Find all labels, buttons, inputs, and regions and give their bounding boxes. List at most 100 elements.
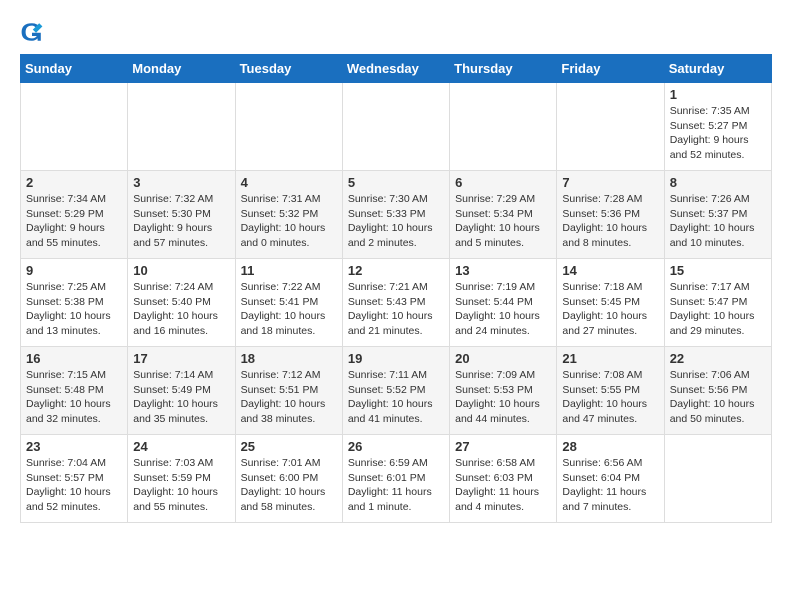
day-info: Sunrise: 7:09 AM Sunset: 5:53 PM Dayligh… (455, 368, 551, 427)
day-number: 6 (455, 175, 551, 190)
calendar-cell: 12 Sunrise: 7:21 AM Sunset: 5:43 PM Dayli… (342, 259, 449, 347)
calendar-cell (557, 83, 664, 171)
calendar-cell: 15 Sunrise: 7:17 AM Sunset: 5:47 PM Dayli… (664, 259, 771, 347)
day-number: 24 (133, 439, 229, 454)
calendar-cell: 9 Sunrise: 7:25 AM Sunset: 5:38 PM Daylig… (21, 259, 128, 347)
calendar-cell: 16 Sunrise: 7:15 AM Sunset: 5:48 PM Dayli… (21, 347, 128, 435)
day-info: Sunrise: 7:29 AM Sunset: 5:34 PM Dayligh… (455, 192, 551, 251)
calendar-week-row: 23 Sunrise: 7:04 AM Sunset: 5:57 PM Dayli… (21, 435, 772, 523)
calendar-cell: 20 Sunrise: 7:09 AM Sunset: 5:53 PM Dayli… (450, 347, 557, 435)
day-number: 20 (455, 351, 551, 366)
weekday-header: Monday (128, 55, 235, 83)
day-number: 10 (133, 263, 229, 278)
calendar-cell: 7 Sunrise: 7:28 AM Sunset: 5:36 PM Daylig… (557, 171, 664, 259)
weekday-header: Sunday (21, 55, 128, 83)
calendar-cell (342, 83, 449, 171)
day-number: 21 (562, 351, 658, 366)
day-number: 4 (241, 175, 337, 190)
day-info: Sunrise: 7:18 AM Sunset: 5:45 PM Dayligh… (562, 280, 658, 339)
day-info: Sunrise: 7:22 AM Sunset: 5:41 PM Dayligh… (241, 280, 337, 339)
calendar-cell: 23 Sunrise: 7:04 AM Sunset: 5:57 PM Dayli… (21, 435, 128, 523)
day-info: Sunrise: 7:30 AM Sunset: 5:33 PM Dayligh… (348, 192, 444, 251)
day-number: 11 (241, 263, 337, 278)
calendar-cell: 6 Sunrise: 7:29 AM Sunset: 5:34 PM Daylig… (450, 171, 557, 259)
calendar-cell: 4Sunrise: 7:31 AM Sunset: 5:32 PM Daylig… (235, 171, 342, 259)
day-info: Sunrise: 7:25 AM Sunset: 5:38 PM Dayligh… (26, 280, 122, 339)
calendar-table: SundayMondayTuesdayWednesdayThursdayFrid… (20, 54, 772, 523)
day-number: 17 (133, 351, 229, 366)
day-number: 3 (133, 175, 229, 190)
day-number: 9 (26, 263, 122, 278)
weekday-header: Saturday (664, 55, 771, 83)
calendar-cell: 5Sunrise: 7:30 AM Sunset: 5:33 PM Daylig… (342, 171, 449, 259)
day-number: 13 (455, 263, 551, 278)
calendar-cell: 18 Sunrise: 7:12 AM Sunset: 5:51 PM Dayli… (235, 347, 342, 435)
day-number: 8 (670, 175, 766, 190)
weekday-header: Friday (557, 55, 664, 83)
calendar-cell: 17 Sunrise: 7:14 AM Sunset: 5:49 PM Dayli… (128, 347, 235, 435)
day-info: Sunrise: 7:26 AM Sunset: 5:37 PM Dayligh… (670, 192, 766, 251)
weekday-header: Thursday (450, 55, 557, 83)
day-number: 25 (241, 439, 337, 454)
day-info: Sunrise: 7:14 AM Sunset: 5:49 PM Dayligh… (133, 368, 229, 427)
calendar-cell (664, 435, 771, 523)
day-number: 22 (670, 351, 766, 366)
calendar-week-row: 1 Sunrise: 7:35 AM Sunset: 5:27 PM Daylig… (21, 83, 772, 171)
day-number: 28 (562, 439, 658, 454)
weekday-header: Wednesday (342, 55, 449, 83)
calendar-cell: 24Sunrise: 7:03 AM Sunset: 5:59 PM Dayli… (128, 435, 235, 523)
day-number: 15 (670, 263, 766, 278)
calendar-cell: 10 Sunrise: 7:24 AM Sunset: 5:40 PM Dayli… (128, 259, 235, 347)
calendar-cell: 14 Sunrise: 7:18 AM Sunset: 5:45 PM Dayli… (557, 259, 664, 347)
day-info: Sunrise: 7:06 AM Sunset: 5:56 PM Dayligh… (670, 368, 766, 427)
day-number: 26 (348, 439, 444, 454)
day-number: 18 (241, 351, 337, 366)
day-number: 7 (562, 175, 658, 190)
day-number: 27 (455, 439, 551, 454)
logo (20, 20, 48, 44)
day-info: Sunrise: 7:04 AM Sunset: 5:57 PM Dayligh… (26, 456, 122, 515)
calendar-week-row: 16 Sunrise: 7:15 AM Sunset: 5:48 PM Dayli… (21, 347, 772, 435)
day-info: Sunrise: 7:17 AM Sunset: 5:47 PM Dayligh… (670, 280, 766, 339)
calendar-cell: 19 Sunrise: 7:11 AM Sunset: 5:52 PM Dayli… (342, 347, 449, 435)
day-info: Sunrise: 7:19 AM Sunset: 5:44 PM Dayligh… (455, 280, 551, 339)
calendar-cell: 3 Sunrise: 7:32 AM Sunset: 5:30 PM Daylig… (128, 171, 235, 259)
day-info: Sunrise: 7:35 AM Sunset: 5:27 PM Dayligh… (670, 104, 766, 163)
calendar-cell (21, 83, 128, 171)
day-info: Sunrise: 7:08 AM Sunset: 5:55 PM Dayligh… (562, 368, 658, 427)
calendar-cell: 25 Sunrise: 7:01 AM Sunset: 6:00 PM Dayli… (235, 435, 342, 523)
day-number: 19 (348, 351, 444, 366)
calendar-cell (235, 83, 342, 171)
calendar-cell: 13 Sunrise: 7:19 AM Sunset: 5:44 PM Dayli… (450, 259, 557, 347)
calendar-cell: 26 Sunrise: 6:59 AM Sunset: 6:01 PM Dayli… (342, 435, 449, 523)
calendar-cell: 28 Sunrise: 6:56 AM Sunset: 6:04 PM Dayli… (557, 435, 664, 523)
calendar-cell: 2 Sunrise: 7:34 AM Sunset: 5:29 PM Daylig… (21, 171, 128, 259)
day-number: 16 (26, 351, 122, 366)
logo-icon (20, 20, 44, 44)
calendar-cell: 22 Sunrise: 7:06 AM Sunset: 5:56 PM Dayli… (664, 347, 771, 435)
day-info: Sunrise: 7:34 AM Sunset: 5:29 PM Dayligh… (26, 192, 122, 251)
day-info: Sunrise: 7:12 AM Sunset: 5:51 PM Dayligh… (241, 368, 337, 427)
calendar-cell (128, 83, 235, 171)
day-number: 23 (26, 439, 122, 454)
day-info: Sunrise: 6:59 AM Sunset: 6:01 PM Dayligh… (348, 456, 444, 515)
day-info: Sunrise: 7:24 AM Sunset: 5:40 PM Dayligh… (133, 280, 229, 339)
calendar-cell: 8 Sunrise: 7:26 AM Sunset: 5:37 PM Daylig… (664, 171, 771, 259)
day-number: 1 (670, 87, 766, 102)
day-info: Sunrise: 7:01 AM Sunset: 6:00 PM Dayligh… (241, 456, 337, 515)
day-info: Sunrise: 7:28 AM Sunset: 5:36 PM Dayligh… (562, 192, 658, 251)
weekday-header: Tuesday (235, 55, 342, 83)
calendar-cell: 21 Sunrise: 7:08 AM Sunset: 5:55 PM Dayli… (557, 347, 664, 435)
calendar-header-row: SundayMondayTuesdayWednesdayThursdayFrid… (21, 55, 772, 83)
calendar-cell: 27Sunrise: 6:58 AM Sunset: 6:03 PM Dayli… (450, 435, 557, 523)
day-number: 14 (562, 263, 658, 278)
day-info: Sunrise: 6:56 AM Sunset: 6:04 PM Dayligh… (562, 456, 658, 515)
day-number: 12 (348, 263, 444, 278)
day-info: Sunrise: 7:11 AM Sunset: 5:52 PM Dayligh… (348, 368, 444, 427)
day-info: Sunrise: 7:15 AM Sunset: 5:48 PM Dayligh… (26, 368, 122, 427)
day-number: 2 (26, 175, 122, 190)
calendar-cell: 11 Sunrise: 7:22 AM Sunset: 5:41 PM Dayli… (235, 259, 342, 347)
calendar-week-row: 9 Sunrise: 7:25 AM Sunset: 5:38 PM Daylig… (21, 259, 772, 347)
day-info: Sunrise: 7:32 AM Sunset: 5:30 PM Dayligh… (133, 192, 229, 251)
day-info: Sunrise: 7:21 AM Sunset: 5:43 PM Dayligh… (348, 280, 444, 339)
